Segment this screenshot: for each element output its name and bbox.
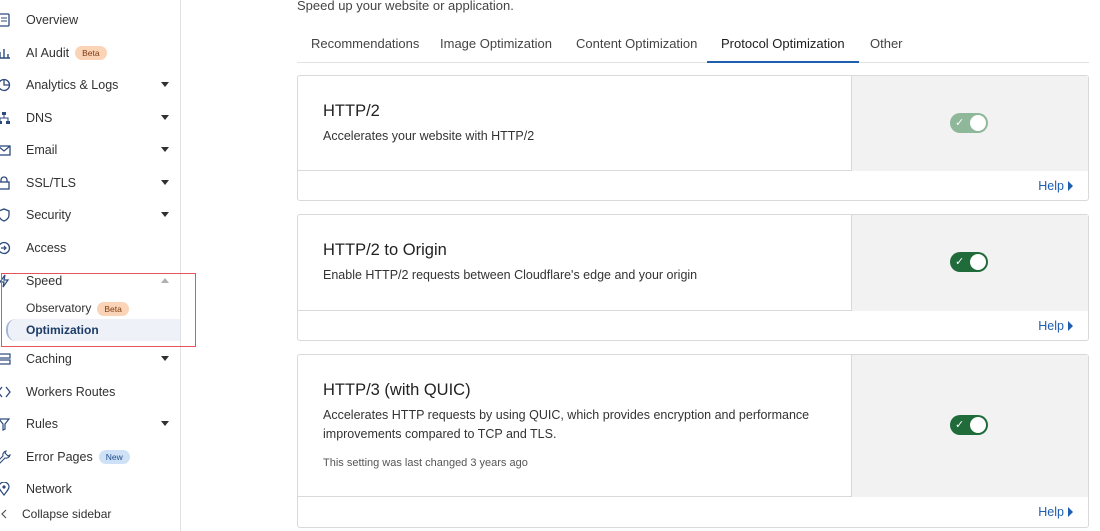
shield-icon	[0, 208, 11, 222]
chevron-down-icon[interactable]	[161, 421, 169, 426]
setting-control-panel: ✓	[851, 76, 1088, 171]
sidebar-item-analytics[interactable]: Analytics & Logs	[0, 72, 180, 98]
http2-toggle[interactable]: ✓	[950, 113, 988, 133]
sidebar-item-label: Caching	[26, 352, 72, 366]
sidebar-item-label: Email	[26, 143, 58, 157]
workers-icon	[0, 385, 11, 399]
setting-control-panel: ✓	[851, 215, 1088, 311]
page-subtitle: Speed up your website or application.	[297, 0, 514, 13]
chevron-down-icon[interactable]	[161, 147, 169, 152]
chevron-down-icon[interactable]	[161, 356, 169, 361]
sidebar-item-ssl-tls[interactable]: SSL/TLS	[0, 170, 180, 196]
check-icon: ✓	[955, 117, 965, 129]
sidebar-item-overview[interactable]: Overview	[0, 7, 180, 33]
sidebar-item-dns[interactable]: DNS	[0, 105, 180, 131]
highlight-annotation	[1, 273, 196, 347]
sidebar-item-rules[interactable]: Rules	[0, 411, 180, 437]
sidebar-item-error-pages[interactable]: Error Pages New	[0, 444, 180, 470]
wrench-icon	[0, 450, 11, 464]
setting-card-http2: ✓ HTTP/2 Accelerates your website with H…	[297, 75, 1089, 201]
setting-description: Accelerates your website with HTTP/2	[323, 129, 535, 143]
setting-title: HTTP/2	[323, 102, 380, 120]
access-icon	[0, 241, 11, 255]
setting-card-http2-origin: ✓ HTTP/2 to Origin Enable HTTP/2 request…	[297, 214, 1089, 341]
ai-audit-icon	[0, 46, 11, 60]
setting-description: Accelerates HTTP requests by using QUIC,…	[323, 408, 810, 441]
sidebar-item-workers-routes[interactable]: Workers Routes	[0, 379, 180, 405]
sidebar-item-label: AI Audit	[26, 45, 70, 60]
collapse-sidebar-label: Collapse sidebar	[22, 507, 112, 521]
sidebar-item-label: Overview	[26, 13, 79, 27]
http2-origin-toggle[interactable]: ✓	[950, 252, 988, 272]
beta-badge: Beta	[75, 46, 107, 61]
sidebar-item-label: Analytics & Logs	[26, 78, 119, 92]
http3-toggle[interactable]: ✓	[950, 415, 988, 435]
dns-icon	[0, 111, 11, 125]
setting-description: Enable HTTP/2 requests between Cloudflar…	[323, 268, 698, 282]
sidebar-item-access[interactable]: Access	[0, 235, 180, 261]
sidebar-item-label: DNS	[26, 111, 53, 125]
setting-title: HTTP/2 to Origin	[323, 241, 447, 259]
sidebar-item-label: Workers Routes	[26, 385, 116, 399]
check-icon: ✓	[955, 419, 965, 431]
caching-icon	[0, 352, 11, 366]
sidebar-item-label: Access	[26, 241, 67, 255]
document-icon	[0, 13, 11, 27]
location-icon	[0, 482, 11, 496]
sidebar-item-network[interactable]: Network	[0, 476, 180, 502]
chevron-left-icon	[0, 507, 10, 521]
tab-recommendations[interactable]: Recommendations	[297, 30, 433, 63]
sidebar-item-label: Network	[26, 482, 72, 496]
new-badge: New	[98, 450, 130, 465]
sidebar-item-security[interactable]: Security	[0, 202, 180, 228]
rules-icon	[0, 417, 11, 431]
sidebar-item-label: Security	[26, 208, 72, 222]
caret-right-icon	[1068, 321, 1073, 331]
sidebar-item-label: SSL/TLS	[26, 176, 77, 190]
chevron-down-icon[interactable]	[161, 180, 169, 185]
sidebar-item-label: Rules	[26, 417, 58, 431]
sidebar-item-label: Error Pages	[26, 449, 93, 464]
tab-content-optimization[interactable]: Content Optimization	[562, 30, 711, 63]
setting-title: HTTP/3 (with QUIC)	[323, 381, 471, 399]
analytics-icon	[0, 78, 11, 92]
sidebar-item-caching[interactable]: Caching	[0, 346, 180, 372]
chevron-down-icon[interactable]	[161, 115, 169, 120]
email-icon	[0, 143, 11, 157]
sidebar-item-email[interactable]: Email	[0, 137, 180, 163]
chevron-down-icon[interactable]	[161, 82, 169, 87]
sidebar: Overview AI Audit Beta Analytics & Logs D…	[0, 0, 196, 531]
chevron-down-icon[interactable]	[161, 212, 169, 217]
lock-icon	[0, 176, 11, 190]
caret-right-icon	[1068, 181, 1073, 191]
setting-card-http3: ✓ HTTP/3 (with QUIC) Accelerates HTTP re…	[297, 354, 1089, 528]
help-link[interactable]: Help	[1038, 505, 1073, 519]
sidebar-item-ai-audit[interactable]: AI Audit Beta	[0, 40, 180, 66]
last-changed-text: This setting was last changed 3 years ag…	[323, 457, 528, 469]
setting-control-panel: ✓	[851, 355, 1088, 497]
check-icon: ✓	[955, 256, 965, 268]
help-link[interactable]: Help	[1038, 319, 1073, 333]
help-link[interactable]: Help	[1038, 179, 1073, 193]
caret-right-icon	[1068, 507, 1073, 517]
tab-protocol-optimization[interactable]: Protocol Optimization	[707, 30, 859, 63]
tab-bar: Recommendations Image Optimization Conte…	[297, 30, 1089, 63]
tab-image-optimization[interactable]: Image Optimization	[426, 30, 566, 63]
tab-other[interactable]: Other	[856, 30, 917, 63]
